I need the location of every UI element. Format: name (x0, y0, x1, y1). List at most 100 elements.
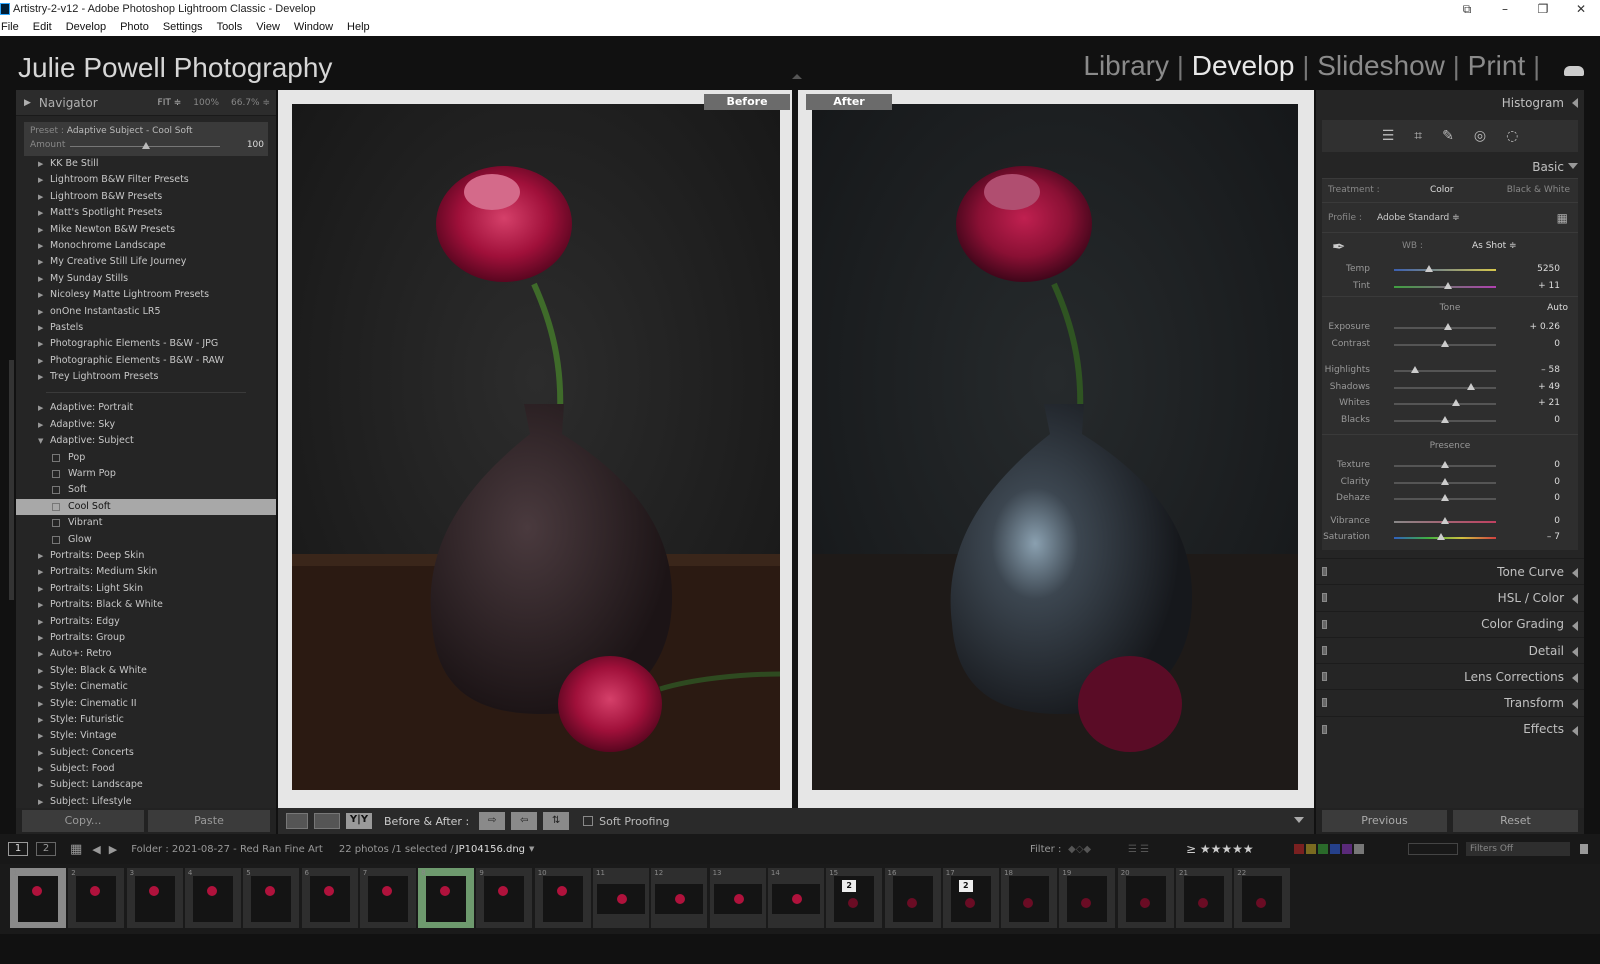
forward-arrow-icon[interactable]: ▶ (109, 843, 117, 856)
treatment-bw[interactable]: Black & White (1507, 185, 1570, 195)
preset-group[interactable]: ▶ Nicolesy Matte Lightroom Presets (16, 287, 276, 303)
edit-filter-icons[interactable]: ☰ ☰ (1128, 844, 1149, 855)
menu-tools[interactable]: Tools (216, 21, 243, 33)
collapsed-arrow-icon[interactable]: ▶ (38, 745, 43, 761)
before-image[interactable] (292, 104, 780, 790)
zoom-custom[interactable]: 66.7% ≑ (231, 98, 270, 108)
collapsed-arrow-icon[interactable]: ▶ (38, 254, 43, 270)
collapse-arrow-icon[interactable] (1572, 98, 1578, 108)
before-after-left-right-icon[interactable] (314, 813, 340, 829)
collapsed-arrow-icon[interactable]: ▶ (38, 417, 43, 433)
temp-value[interactable]: 5250 (1537, 264, 1560, 274)
collapsed-arrow-icon[interactable]: ▶ (38, 222, 43, 238)
swap-before-after-icon[interactable]: ⇅ (543, 812, 570, 830)
zoom-fit[interactable]: FIT ≑ (158, 98, 182, 108)
exposure-slider-thumb[interactable] (1444, 323, 1453, 330)
paste-button[interactable]: Paste (148, 810, 270, 832)
navigator-header[interactable]: ▶ Navigator FIT ≑ 100% 66.7% ≑ (16, 90, 276, 116)
collapsed-arrow-icon[interactable]: ▶ (38, 320, 43, 336)
collapsed-arrow-icon[interactable]: ▶ (38, 205, 43, 221)
filmstrip-thumbnail[interactable]: 5 (243, 868, 300, 928)
second-screen-button[interactable]: 2 (36, 842, 56, 856)
expand-arrow-icon[interactable] (1572, 594, 1578, 605)
preset-group[interactable]: ▶ Portraits: Light Skin (16, 581, 276, 597)
preset-group[interactable]: ▶ Subject: Concerts (16, 745, 276, 761)
minimize-button[interactable]: – (1486, 0, 1524, 18)
expand-arrow-icon[interactable] (1572, 646, 1578, 657)
filmstrip-thumbnail[interactable]: 10 (534, 868, 591, 928)
collapsed-arrow-icon[interactable]: ▶ (38, 597, 43, 613)
zoom-100[interactable]: 100% (193, 98, 219, 108)
copy-button[interactable]: Copy... (22, 810, 144, 832)
preset-group[interactable]: ▶ Subject: Food (16, 761, 276, 777)
preset-group[interactable]: ▶ Style: Cinematic II (16, 696, 276, 712)
collapsed-arrow-icon[interactable]: ▶ (38, 696, 43, 712)
vibrance-slider-thumb[interactable] (1441, 516, 1449, 524)
panel-switch-icon[interactable] (1322, 672, 1327, 682)
masking-icon[interactable]: ◌ (1506, 128, 1518, 144)
module-library[interactable]: Library (1083, 50, 1169, 82)
wb-select[interactable]: As Shot ≑ (1472, 241, 1517, 251)
basic-header[interactable]: Basic (1316, 156, 1584, 178)
shadows-slider-track[interactable] (1394, 386, 1496, 389)
shadows-value[interactable]: + 49 (1538, 382, 1560, 392)
preset-group[interactable]: ▶ Trey Lightroom Presets (16, 369, 276, 385)
file-dropdown-icon[interactable]: ▼ (529, 845, 534, 853)
collapsed-arrow-icon[interactable]: ▶ (38, 712, 43, 728)
filmstrip-thumbnail[interactable]: 6 (301, 868, 358, 928)
collapsed-arrow-icon[interactable]: ▶ (38, 548, 43, 564)
panel-switch-icon[interactable] (1322, 593, 1327, 603)
panel-section-tone-curve[interactable]: Tone Curve (1316, 558, 1584, 584)
close-button[interactable]: ✕ (1562, 0, 1600, 18)
panel-switch-icon[interactable] (1322, 698, 1327, 708)
preset-group[interactable]: ▶ Photographic Elements - B&W - JPG (16, 336, 276, 352)
green-label-swatch[interactable] (1318, 844, 1328, 854)
preset-group[interactable]: ▶ Photographic Elements - B&W - RAW (16, 353, 276, 369)
preset-group[interactable]: ▶ Style: Futuristic (16, 712, 276, 728)
maximize-button[interactable]: ❐ (1524, 0, 1562, 18)
clarity-slider-thumb[interactable] (1441, 477, 1449, 485)
previous-button[interactable]: Previous (1322, 810, 1447, 832)
rating-filter-stars[interactable]: ≥ ★★★★★ (1186, 842, 1254, 856)
menu-view[interactable]: View (255, 21, 280, 33)
expand-arrow-icon[interactable] (1572, 673, 1578, 684)
blue-label-swatch[interactable] (1330, 844, 1340, 854)
filmstrip-thumbnail[interactable]: 1 (10, 868, 66, 928)
collapsed-arrow-icon[interactable]: ▶ (38, 663, 43, 679)
gray-label-swatch[interactable] (1354, 844, 1364, 854)
filter-lock-icon[interactable] (1580, 844, 1588, 854)
panel-switch-icon[interactable] (1322, 619, 1327, 629)
left-scrollbar[interactable] (9, 360, 14, 600)
module-develop[interactable]: Develop (1192, 50, 1295, 82)
preset-group[interactable]: ▼ Adaptive: Subject (16, 433, 276, 449)
temp-slider-track[interactable] (1394, 269, 1496, 271)
contrast-value[interactable]: 0 (1554, 339, 1560, 349)
filmstrip-thumbnail[interactable]: 13 (709, 868, 766, 928)
filmstrip-thumbnail[interactable]: 19 (1059, 868, 1116, 928)
tint-value[interactable]: + 11 (1538, 281, 1560, 291)
filmstrip-thumbnail[interactable]: 15 2 (826, 868, 883, 928)
preset-group[interactable]: ▶ Style: Cinematic (16, 679, 276, 695)
preset-group[interactable]: ▶ Pastels (16, 320, 276, 336)
contrast-slider-thumb[interactable] (1441, 339, 1449, 347)
collapsed-arrow-icon[interactable]: ▶ (38, 287, 43, 303)
collapsed-arrow-icon[interactable]: ▶ (38, 156, 43, 172)
texture-value[interactable]: 0 (1554, 460, 1560, 470)
reset-button[interactable]: Reset (1453, 810, 1578, 832)
color-label-filter[interactable] (1294, 844, 1364, 854)
flag-filter-icons[interactable]: ◆◇◆ (1068, 844, 1091, 855)
preset-group[interactable]: ▶ Portraits: Deep Skin (16, 548, 276, 564)
filmstrip-thumbnail[interactable]: 7 (359, 868, 416, 928)
filmstrip-thumbnail[interactable]: 12 (651, 868, 708, 928)
collapsed-arrow-icon[interactable]: ▶ (38, 646, 43, 662)
histogram-header[interactable]: Histogram (1316, 90, 1584, 116)
filmstrip-thumbnail[interactable]: 20 (1117, 868, 1174, 928)
preset-item[interactable]: Vibrant (16, 515, 276, 531)
collapsed-arrow-icon[interactable]: ▶ (38, 630, 43, 646)
red-label-swatch[interactable] (1294, 844, 1304, 854)
dehaze-value[interactable]: 0 (1554, 493, 1560, 503)
preset-group[interactable]: ▶ Portraits: Black & White (16, 597, 276, 613)
collapsed-arrow-icon[interactable]: ▶ (38, 353, 43, 369)
preset-group[interactable]: ▶ Adaptive: Sky (16, 417, 276, 433)
restore-icon[interactable]: ⧉ (1448, 0, 1486, 18)
